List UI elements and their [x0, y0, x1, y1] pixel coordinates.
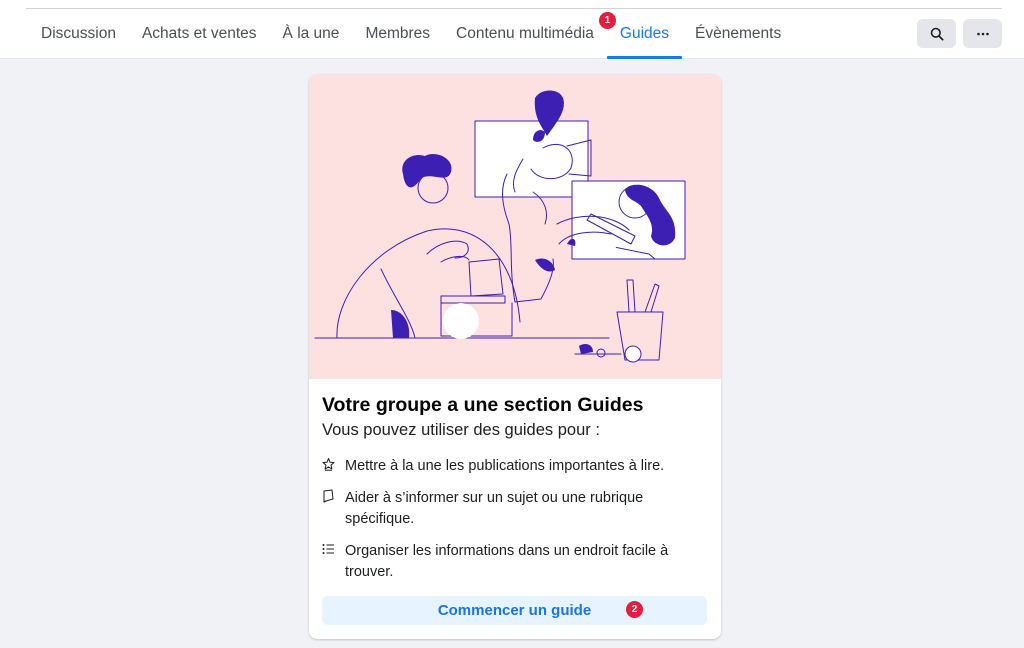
start-guide-button[interactable]: Commencer un guide 2: [322, 596, 707, 625]
tab-label: Membres: [365, 25, 431, 42]
search-icon: [930, 27, 944, 41]
feature-text: Organiser les informations dans un endro…: [345, 543, 669, 580]
tab-label: Contenu multimédia: [456, 25, 594, 42]
guides-illustration: [309, 74, 721, 379]
tab-guides[interactable]: 1 Guides: [598, 9, 683, 59]
tab-label: Achats et ventes: [141, 25, 257, 42]
more-button[interactable]: [963, 19, 1002, 48]
list-icon: [322, 541, 345, 583]
card-subtitle: Vous pouvez utiliser des guides pour :: [322, 421, 600, 439]
feature-item: Organiser les informations dans un endro…: [322, 541, 702, 583]
tab-events[interactable]: Évènements: [682, 9, 794, 59]
tab-members[interactable]: Membres: [352, 9, 443, 59]
feature-item: Mettre à la une les publications importa…: [322, 456, 702, 477]
people-working-illustration: [314, 90, 686, 363]
card-title: Votre groupe a une section Guides: [322, 394, 644, 416]
feature-text: Mettre à la une les publications importa…: [345, 458, 665, 474]
bookmark-icon: [322, 488, 345, 530]
button-label: Commencer un guide: [437, 602, 592, 619]
guides-intro-card: Votre groupe a une section Guides Vous p…: [309, 74, 721, 639]
search-button[interactable]: [917, 19, 956, 48]
tab-notification-badge: 1: [598, 12, 616, 29]
tab-label: À la une: [282, 25, 340, 42]
tab-buy-sell[interactable]: Achats et ventes: [129, 9, 270, 59]
tab-discussion[interactable]: Discussion: [28, 9, 129, 59]
group-tab-bar: Discussion Achats et ventes À la une Mem…: [0, 0, 1024, 59]
more-horizontal-icon: [976, 32, 989, 35]
tab-label: Évènements: [695, 25, 782, 42]
feature-text: Aider à s’informer sur un sujet ou une r…: [345, 490, 644, 527]
group-tabs: Discussion Achats et ventes À la une Mem…: [28, 9, 794, 59]
tab-media[interactable]: Contenu multimédia: [443, 9, 607, 59]
tab-featured[interactable]: À la une: [270, 9, 353, 59]
tab-label: Guides: [619, 25, 670, 42]
tab-label: Discussion: [41, 25, 116, 42]
star-icon: [322, 456, 345, 477]
step-badge: 2: [626, 601, 643, 618]
feature-item: Aider à s’informer sur un sujet ou une r…: [322, 488, 702, 530]
